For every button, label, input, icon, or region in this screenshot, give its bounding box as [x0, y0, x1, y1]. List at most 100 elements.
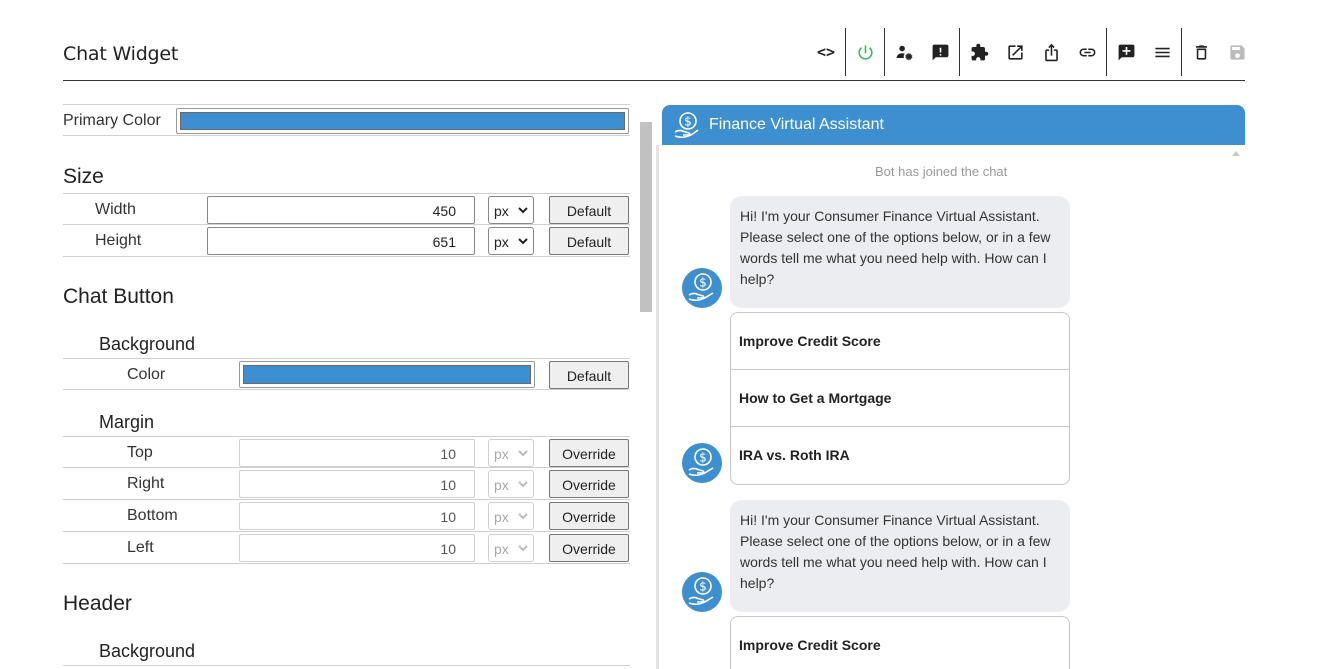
margin-bottom-label: Bottom [127, 507, 178, 524]
extensions-button[interactable] [961, 32, 997, 72]
margin-right-input[interactable]: 10 [239, 470, 475, 498]
width-unit-value: px [494, 203, 509, 219]
margin-left-row: Left 10 px Override [63, 532, 630, 564]
svg-text:$: $ [699, 451, 707, 465]
height-label: Height [95, 232, 142, 249]
join-notice: Bot has joined the chat [875, 164, 1008, 179]
menu-button[interactable] [1144, 32, 1180, 72]
code-icon: <> [816, 43, 836, 61]
chat-alert-button[interactable] [922, 32, 958, 72]
margin-left-override-button[interactable]: Override [549, 534, 629, 562]
margin-top-unit-select[interactable]: px [488, 439, 534, 467]
code-button[interactable]: <> [808, 32, 844, 72]
header-heading: Header [63, 592, 132, 615]
finance-bot-logo-icon: $ [674, 112, 699, 139]
margin-bottom-override-button[interactable]: Override [549, 502, 629, 530]
finance-bot-avatar-icon: $ [688, 448, 714, 477]
panel-divider [656, 145, 659, 669]
chat-button-color-default-button[interactable]: Default [549, 361, 629, 389]
margin-right-row: Right 10 px Override [63, 468, 630, 500]
margin-left-unit-value: px [494, 541, 509, 557]
option-how-to-get-a-mortgage[interactable]: How to Get a Mortgage [731, 370, 1069, 427]
option-improve-credit-score[interactable]: Improve Credit Score [731, 313, 1069, 370]
quick-reply-options: Improve Credit Score How to Get a Mortga… [730, 312, 1070, 485]
chevron-down-icon [518, 450, 528, 457]
save-icon [1229, 44, 1245, 60]
chat-button-heading: Chat Button [63, 285, 174, 308]
save-button[interactable] [1219, 32, 1255, 72]
open-external-icon [1007, 44, 1023, 60]
delete-button[interactable] [1183, 32, 1219, 72]
size-heading: Size [63, 165, 104, 188]
add-comment-button[interactable] [1108, 32, 1144, 72]
header-background-heading: Background [99, 641, 196, 661]
primary-color-fill [180, 112, 625, 130]
chevron-down-icon [518, 481, 528, 488]
svg-text:$: $ [684, 115, 692, 129]
margin-heading: Margin [99, 412, 155, 432]
width-unit-select[interactable]: px [488, 196, 534, 224]
margin-left-label: Left [127, 539, 154, 556]
margin-bottom-unit-select[interactable]: px [488, 502, 534, 530]
chat-button-color-swatch[interactable] [239, 361, 535, 388]
power-button[interactable] [847, 32, 883, 72]
svg-text:$: $ [699, 580, 707, 594]
primary-color-label: Primary Color [63, 112, 161, 129]
margin-top-override-button[interactable]: Override [549, 439, 629, 467]
margin-top-unit-value: px [494, 446, 509, 462]
finance-bot-avatar-icon: $ [688, 577, 714, 606]
quick-reply-options: Improve Credit Score [730, 616, 1070, 669]
height-unit-select[interactable]: px [488, 227, 534, 255]
height-input[interactable]: 651 [207, 227, 475, 255]
link-button[interactable] [1069, 32, 1105, 72]
toolbar-separator [884, 28, 885, 76]
margin-left-unit-select[interactable]: px [488, 534, 534, 562]
margin-right-unit-select[interactable]: px [488, 470, 534, 498]
settings-scrollbar-thumb[interactable] [640, 122, 652, 312]
chat-alert-icon [932, 44, 948, 60]
chat-button-color-label: Color [127, 366, 166, 383]
chevron-down-icon [518, 545, 528, 552]
height-row: Height 651 px Default [63, 225, 630, 257]
margin-bottom-input[interactable]: 10 [239, 502, 475, 530]
primary-color-swatch[interactable] [176, 108, 629, 134]
width-default-button[interactable]: Default [549, 196, 629, 224]
toolbar-separator [959, 28, 960, 76]
finance-bot-avatar-icon: $ [688, 273, 714, 302]
open-external-button[interactable] [997, 32, 1033, 72]
bot-message-bubble: Hi! I'm your Consumer Finance Virtual As… [730, 500, 1070, 612]
margin-top-row: Top 10 px Override [63, 436, 630, 468]
bot-message-bubble: Hi! I'm your Consumer Finance Virtual As… [730, 196, 1070, 308]
trash-icon [1195, 44, 1207, 60]
margin-right-unit-value: px [494, 477, 509, 493]
header-background-row [63, 665, 630, 669]
users-settings-icon [896, 45, 912, 60]
add-comment-icon [1118, 44, 1134, 60]
margin-top-label: Top [127, 444, 153, 461]
toolbar-separator [845, 28, 846, 76]
margin-right-override-button[interactable]: Override [549, 470, 629, 498]
height-unit-value: px [494, 234, 509, 250]
width-input[interactable]: 450 [207, 196, 475, 224]
option-ira-vs-roth-ira[interactable]: IRA vs. Roth IRA [731, 427, 1069, 484]
svg-text:$: $ [699, 276, 707, 290]
width-row: Width 450 px Default [63, 193, 630, 225]
chat-scroll-up-icon[interactable] [1232, 150, 1240, 156]
link-icon [1079, 48, 1095, 56]
chevron-down-icon [518, 513, 528, 520]
chat-button-color-row: Color Default [63, 358, 630, 390]
option-improve-credit-score[interactable]: Improve Credit Score [731, 617, 1069, 669]
chat-button-color-fill [243, 365, 531, 384]
toolbar-separator [1106, 28, 1107, 76]
share-button[interactable] [1033, 32, 1069, 72]
height-default-button[interactable]: Default [549, 227, 629, 255]
margin-left-input[interactable]: 10 [239, 534, 475, 562]
bot-avatar: $ [682, 443, 722, 483]
margin-top-input[interactable]: 10 [239, 439, 475, 467]
puzzle-icon [971, 43, 988, 60]
users-settings-button[interactable] [886, 32, 922, 72]
margin-right-label: Right [127, 475, 165, 492]
margin-bottom-row: Bottom 10 px Override [63, 500, 630, 532]
primary-color-row: Primary Color [63, 104, 630, 136]
page-title: Chat Widget [63, 43, 179, 65]
